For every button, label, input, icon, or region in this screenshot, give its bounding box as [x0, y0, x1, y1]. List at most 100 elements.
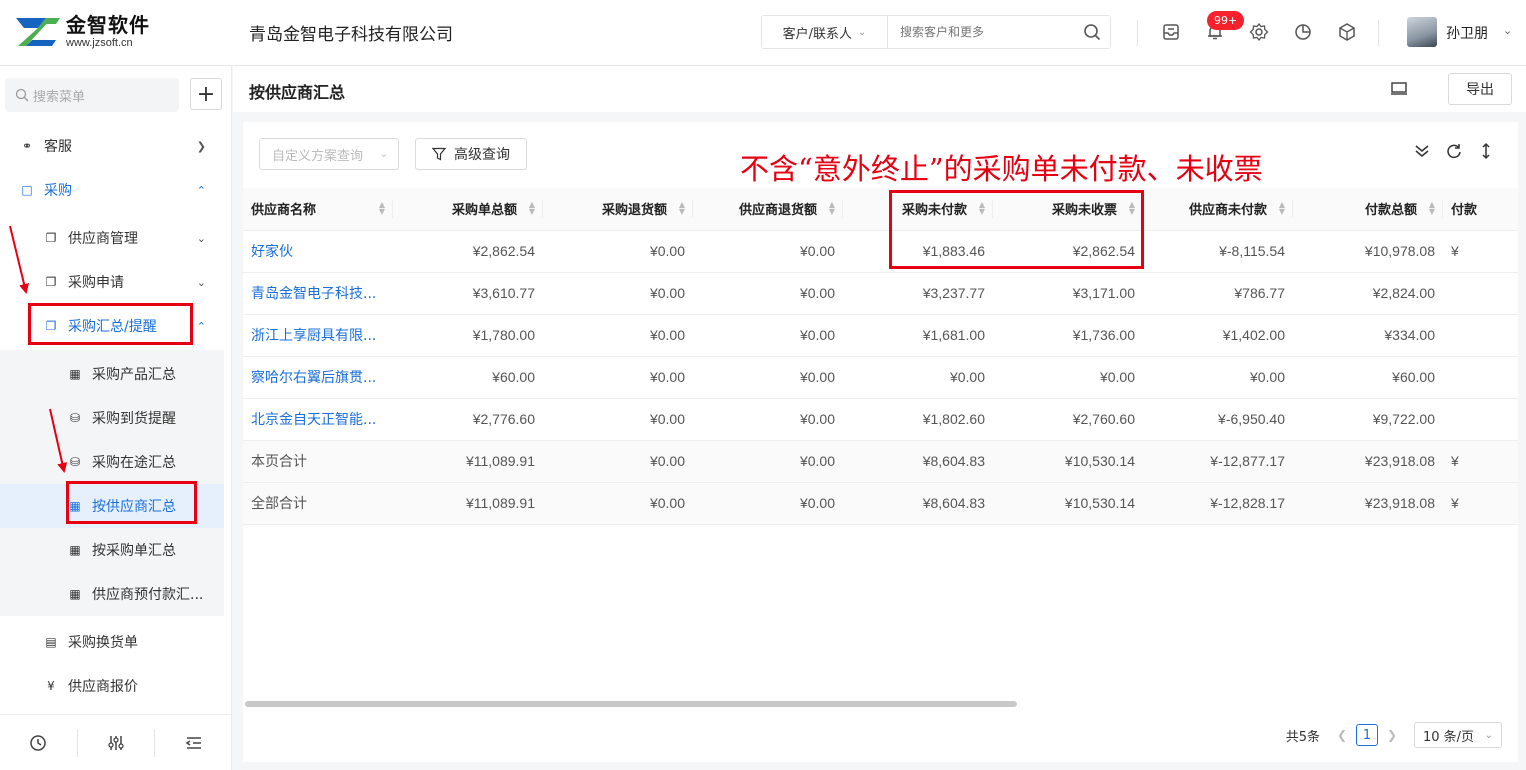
- chevron-up-icon: ⌃: [196, 319, 206, 333]
- global-search-input[interactable]: [888, 16, 1074, 48]
- page-number-button[interactable]: 1: [1356, 724, 1378, 746]
- table-cell: ¥334.00: [1293, 314, 1443, 357]
- chevron-down-icon[interactable]: ⌄: [1503, 24, 1512, 37]
- search-scope-select[interactable]: 客户/联系人 ⌄: [762, 16, 888, 48]
- column-header[interactable]: 付款: [1443, 188, 1518, 231]
- monitor-icon[interactable]: [1390, 80, 1408, 98]
- column-header[interactable]: 采购单总额 ▲ ▼: [393, 188, 543, 231]
- table-cell: ¥2,862.54: [393, 230, 543, 273]
- sidebar-item-supplier-quote[interactable]: ¥ 供应商报价: [0, 664, 224, 708]
- cube-icon[interactable]: [1337, 22, 1357, 42]
- horizontal-scrollbar[interactable]: [243, 700, 1518, 708]
- sidebar-item-by-order[interactable]: ▦ 按采购单汇总: [0, 528, 224, 572]
- prev-page-icon[interactable]: ❮: [1332, 728, 1352, 742]
- pagination: 共5条 ❮ 1 ❯ 10 条/页 ⌄: [1286, 722, 1502, 748]
- table-cell: ¥2,776.60: [393, 398, 543, 441]
- table-cell: ¥3,610.77: [393, 272, 543, 315]
- table-cell: ¥-12,828.17: [1143, 482, 1293, 525]
- avatar[interactable]: [1407, 17, 1437, 47]
- table-cell: ¥8,604.83: [843, 440, 993, 483]
- refresh-icon[interactable]: [1445, 142, 1463, 160]
- sidebar-item-product-summary[interactable]: ▦ 采购产品汇总: [0, 352, 224, 396]
- menu-search-placeholder: 搜索菜单: [33, 89, 86, 105]
- column-header[interactable]: 采购未付款 ▲ ▼: [843, 188, 993, 231]
- table-cell: ¥1,802.60: [843, 398, 993, 441]
- table-row: 好家伙 ¥2,862.54 ¥0.00 ¥0.00 ¥1,883.46 ¥2,8…: [243, 230, 1518, 273]
- sidebar-item-label: 采购产品汇总: [92, 367, 176, 383]
- gear-icon[interactable]: [1249, 22, 1269, 42]
- supplier-link[interactable]: 察哈尔右翼后旗贯...: [243, 356, 393, 399]
- supplier-link[interactable]: 好家伙: [243, 230, 393, 273]
- history-button[interactable]: [0, 715, 77, 770]
- column-header-label: 采购未收票: [1051, 203, 1117, 219]
- table-cell: ¥786.77: [1143, 272, 1293, 315]
- sort-icon: ▲ ▼: [378, 200, 385, 216]
- column-header[interactable]: 采购未收票 ▲ ▼: [993, 188, 1143, 231]
- table-cell: ¥23,918.08: [1293, 482, 1443, 525]
- logo[interactable]: 金智软件 www.jzsoft.cn: [16, 12, 150, 52]
- table-cell: ¥2,862.54: [993, 230, 1143, 273]
- sidebar-item-arrival-reminder[interactable]: ⛁ 采购到货提醒: [0, 396, 224, 440]
- add-menu-button[interactable]: +: [190, 78, 222, 110]
- custom-query-select[interactable]: 自定义方案查询 ⌄: [259, 138, 399, 170]
- sidebar-item-purchase-summary[interactable]: ❐ 采购汇总/提醒 ⌃: [0, 304, 224, 348]
- sort-icon: ▲ ▼: [1428, 200, 1435, 216]
- column-header[interactable]: 供应商退货额 ▲ ▼: [693, 188, 843, 231]
- inbox-icon[interactable]: [1161, 22, 1181, 42]
- column-header-label: 采购未付款: [901, 203, 967, 219]
- page-size-select[interactable]: 10 条/页 ⌄: [1414, 722, 1502, 748]
- filter-icon: [432, 147, 446, 161]
- header-divider: [1378, 20, 1379, 46]
- sidebar-item-customer-service[interactable]: ⚭ 客服 ❯: [0, 124, 224, 168]
- double-chevron-down-icon[interactable]: [1413, 142, 1431, 160]
- column-header[interactable]: 供应商名称 ▲ ▼: [243, 188, 393, 231]
- sidebar-item-purchase-request[interactable]: ❐ 采购申请 ⌄: [0, 260, 224, 304]
- sidebar-item-purchase[interactable]: □ 采购 ⌃: [0, 168, 224, 212]
- sidebar-item-label: 供应商管理: [68, 231, 138, 247]
- column-header-label: 供应商未付款: [1188, 203, 1267, 219]
- yen-icon: ¥: [47, 679, 55, 693]
- truck-icon: ⛁: [69, 455, 81, 469]
- table-cell: ¥0.00: [543, 230, 693, 273]
- user-name[interactable]: 孙卫朋: [1446, 23, 1488, 43]
- search-icon: [1084, 24, 1101, 41]
- search-button[interactable]: [1074, 16, 1110, 48]
- table-header-row: 供应商名称 ▲ ▼ 采购单总额 ▲ ▼ 采购退货额 ▲ ▼ 供应商退货额 ▲ ▼ 采购未付款 ▲ ▼…: [243, 188, 1518, 231]
- sidebar: 搜索菜单 + ⚭ 客服 ❯ □ 采购 ⌃ ❐ 供应商管理 ⌄ ❐ 采购申请 ⌄ …: [0, 66, 232, 770]
- settings-sliders-button[interactable]: [78, 715, 155, 770]
- annotation-text: 不含“意外终止”的采购单未付款、未收票: [740, 152, 1263, 186]
- table-row: 浙江上享厨具有限... ¥1,780.00 ¥0.00 ¥0.00 ¥1,681…: [243, 314, 1518, 357]
- sidebar-item-in-transit-summary[interactable]: ⛁ 采购在途汇总: [0, 440, 224, 484]
- sidebar-item-exchange-order[interactable]: ▤ 采购换货单: [0, 620, 224, 664]
- supplier-link[interactable]: 青岛金智电子科技...: [243, 272, 393, 315]
- calculator-icon: ▦: [69, 367, 81, 381]
- page-total-row: 本页合计 ¥11,089.91 ¥0.00 ¥0.00 ¥8,604.83 ¥1…: [243, 440, 1518, 483]
- collapse-menu-button[interactable]: [155, 715, 232, 770]
- table-cell: [1443, 314, 1518, 357]
- scrollbar-thumb[interactable]: [245, 701, 1017, 707]
- menu-search-input[interactable]: 搜索菜单: [5, 78, 179, 112]
- sidebar-item-by-supplier[interactable]: ▦ 按供应商汇总: [0, 484, 224, 528]
- sidebar-item-prepayment-summary[interactable]: ▦ 供应商预付款汇...: [0, 572, 224, 616]
- table-cell: ¥0.00: [543, 314, 693, 357]
- table-cell: ¥0.00: [693, 482, 843, 525]
- column-header[interactable]: 供应商未付款 ▲ ▼: [1143, 188, 1293, 231]
- supplier-summary-table: 供应商名称 ▲ ▼ 采购单总额 ▲ ▼ 采购退货额 ▲ ▼ 供应商退货额 ▲ ▼ 采购未付款 ▲ ▼…: [243, 188, 1518, 525]
- chevron-down-icon: ⌄: [196, 231, 206, 245]
- table-row: 青岛金智电子科技... ¥3,610.77 ¥0.00 ¥0.00 ¥3,237…: [243, 272, 1518, 315]
- row-height-icon[interactable]: [1477, 142, 1495, 160]
- supplier-link[interactable]: 北京金自天正智能...: [243, 398, 393, 441]
- next-page-icon[interactable]: ❯: [1382, 728, 1402, 742]
- column-header-label: 供应商名称: [251, 203, 317, 219]
- advanced-query-button[interactable]: 高级查询: [415, 138, 527, 170]
- column-header[interactable]: 采购退货额 ▲ ▼: [543, 188, 693, 231]
- export-button[interactable]: 导出: [1448, 73, 1512, 105]
- calculator-icon: ▦: [69, 543, 81, 557]
- calculator-icon: ▦: [69, 499, 81, 513]
- sidebar-item-label: 按采购单汇总: [92, 543, 176, 559]
- column-header[interactable]: 付款总额 ▲ ▼: [1293, 188, 1443, 231]
- calculator-icon: ▦: [69, 587, 81, 601]
- supplier-link[interactable]: 浙江上享厨具有限...: [243, 314, 393, 357]
- pie-chart-icon[interactable]: [1293, 22, 1313, 42]
- sidebar-item-supplier-management[interactable]: ❐ 供应商管理 ⌄: [0, 216, 224, 260]
